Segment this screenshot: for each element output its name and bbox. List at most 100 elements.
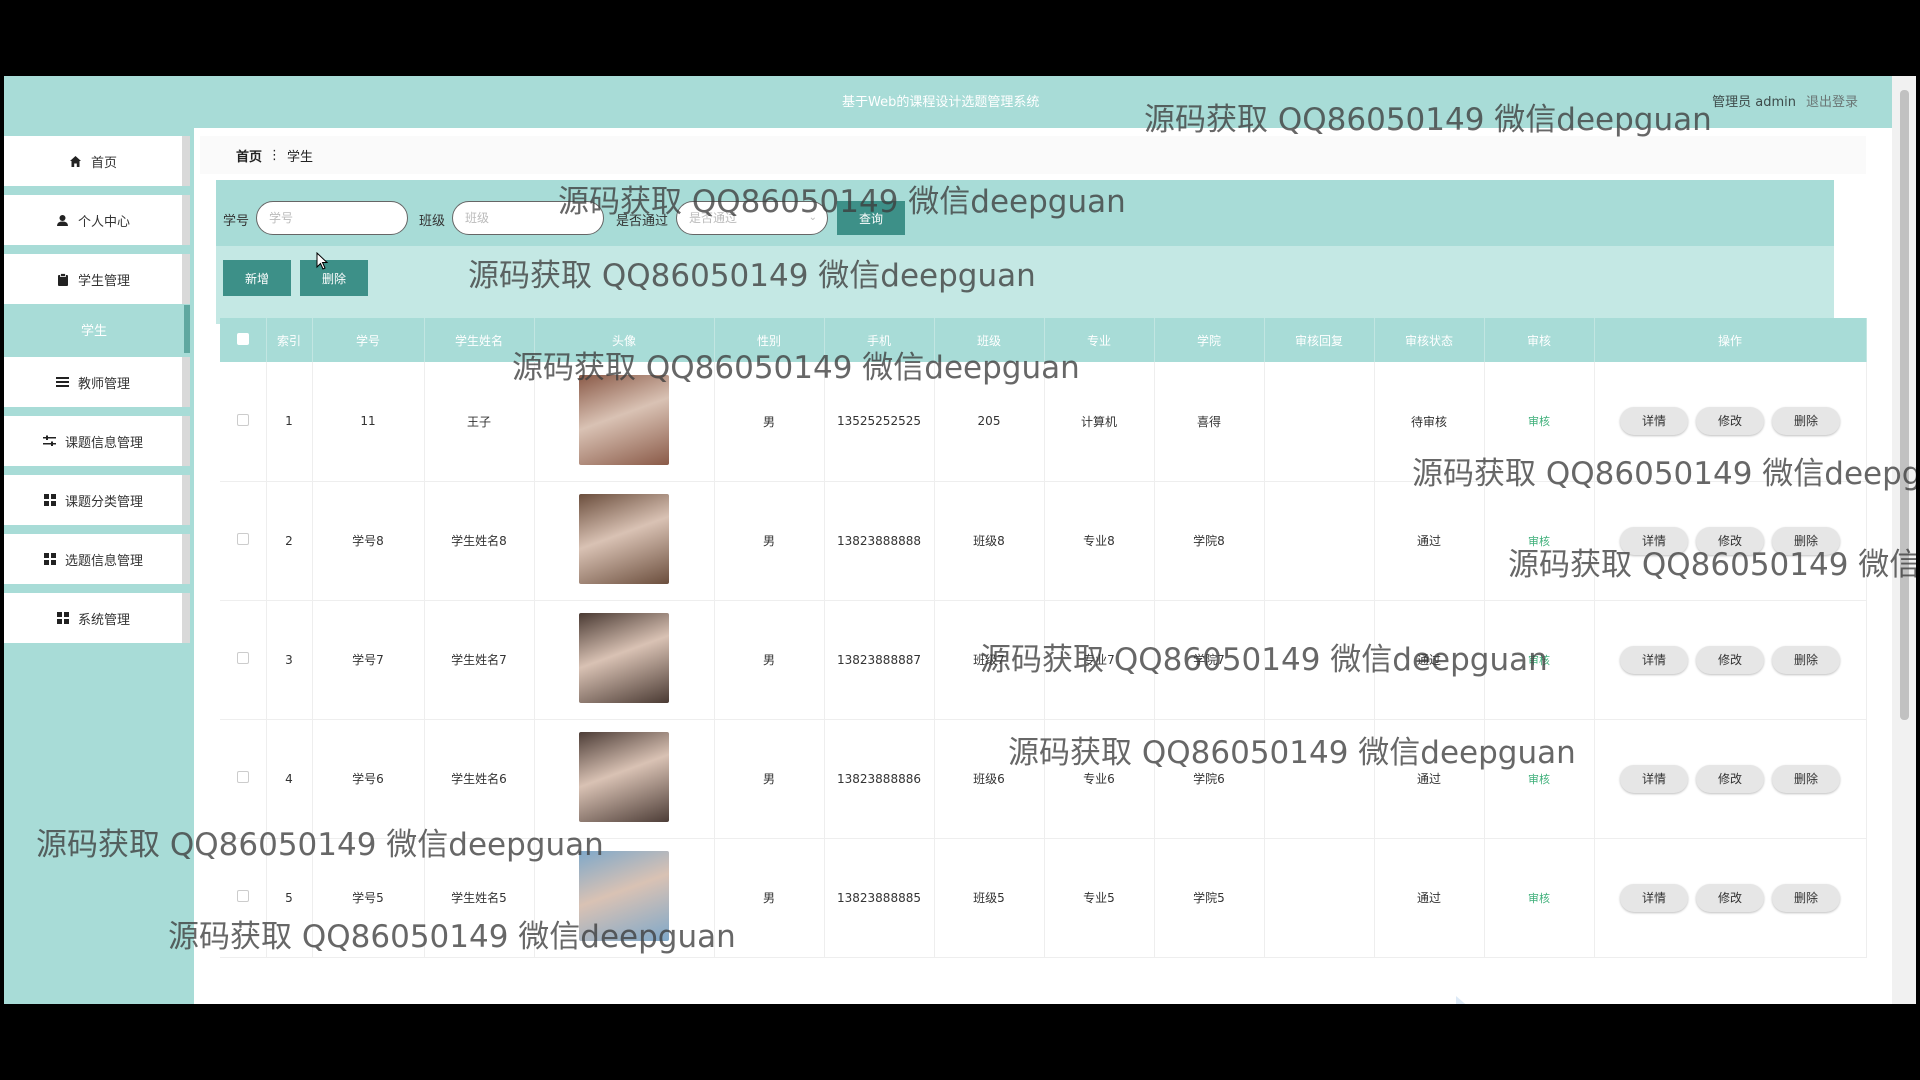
class-input[interactable] (452, 201, 604, 235)
sidebar-item-label: 个人中心 (77, 214, 130, 230)
table-row: 3 学号7 学生姓名7 男 13823888887 班级7 专业7 学院7 通过 审核 详情 修改 删除 (220, 600, 1867, 720)
detail-button[interactable]: 详情 (1620, 764, 1688, 793)
avatar (579, 613, 669, 703)
table-header-row: 索引 学号 学生姓名 头像 性别 手机 班级 专业 学院 审核回复 审核状态 审… (220, 318, 1867, 362)
select-all-checkbox[interactable] (236, 332, 249, 345)
column-header: 学院 (1154, 318, 1265, 362)
column-header: 学号 (312, 318, 425, 362)
student-id-input[interactable] (256, 201, 408, 235)
cell-class: 205 (934, 362, 1045, 482)
audit-link[interactable]: 审核 (1528, 773, 1550, 786)
edit-button[interactable]: 修改 (1696, 526, 1764, 555)
query-button[interactable]: 查询 (837, 201, 905, 235)
cell-gender: 男 (714, 838, 825, 958)
delete-row-button[interactable]: 删除 (1772, 645, 1840, 674)
audit-link[interactable]: 审核 (1528, 535, 1550, 548)
grid-icon (43, 552, 57, 566)
delete-row-button[interactable]: 删除 (1772, 883, 1840, 912)
sidebar-item-home[interactable]: 首页 (4, 136, 190, 186)
cell-name: 学生姓名7 (424, 600, 535, 720)
sidebar-item-student-management[interactable]: 学生管理 (4, 254, 190, 304)
cell-college: 学院8 (1154, 481, 1265, 601)
sidebar-item-topic-category[interactable]: 课题分类管理 (4, 475, 190, 525)
cell-index: 5 (266, 838, 313, 958)
top-bar: 基于Web的课程设计选题管理系统 管理员 admin 退出登录 (4, 76, 1892, 128)
grid-icon (56, 611, 70, 625)
cell-reply (1264, 362, 1375, 482)
sidebar-subitem-student[interactable]: 学生 (4, 305, 190, 353)
cell-phone: 13823888888 (824, 481, 935, 601)
app-window: 基于Web的课程设计选题管理系统 管理员 admin 退出登录 首页 个人中心 … (4, 76, 1916, 1004)
vertical-scrollbar[interactable] (1892, 76, 1916, 1004)
column-header: 审核状态 (1374, 318, 1485, 362)
cell-college: 学院7 (1154, 600, 1265, 720)
select-all-header[interactable] (220, 318, 267, 362)
avatar-cell (534, 481, 715, 601)
edit-button[interactable]: 修改 (1696, 645, 1764, 674)
row-checkbox[interactable] (236, 413, 249, 426)
cell-index: 4 (266, 719, 313, 839)
detail-button[interactable]: 详情 (1620, 407, 1688, 436)
add-button[interactable]: 新增 (223, 260, 291, 296)
row-select-cell[interactable] (220, 719, 267, 839)
operations-cell: 详情 修改 删除 (1594, 362, 1867, 482)
cell-phone: 13823888885 (824, 838, 935, 958)
row-select-cell[interactable] (220, 600, 267, 720)
list-icon (56, 375, 70, 389)
cell-major: 专业6 (1044, 719, 1155, 839)
action-bar (216, 246, 1834, 324)
row-checkbox[interactable] (236, 771, 249, 783)
audit-cell: 审核 (1484, 600, 1595, 720)
row-checkbox[interactable] (236, 652, 249, 664)
detail-button[interactable]: 详情 (1620, 645, 1688, 674)
logout-link[interactable]: 退出登录 (1806, 91, 1858, 110)
sidebar-item-selection-info[interactable]: 选题信息管理 (4, 534, 190, 584)
student-table: 索引 学号 学生姓名 头像 性别 手机 班级 专业 学院 审核回复 审核状态 审… (220, 318, 1867, 958)
cell-gender: 男 (714, 719, 825, 839)
home-icon (69, 154, 83, 168)
audit-link[interactable]: 审核 (1528, 892, 1550, 905)
mouse-cursor-icon (316, 252, 329, 270)
row-checkbox[interactable] (236, 890, 249, 902)
delete-row-button[interactable]: 删除 (1772, 407, 1840, 436)
cell-class: 班级8 (934, 481, 1045, 601)
delete-row-button[interactable]: 删除 (1772, 526, 1840, 555)
avatar (579, 851, 669, 941)
chevron-down-icon: ⌄ (808, 212, 817, 223)
audit-cell: 审核 (1484, 481, 1595, 601)
row-select-cell[interactable] (220, 481, 267, 601)
delete-row-button[interactable]: 删除 (1772, 764, 1840, 793)
cell-phone: 13823888887 (824, 600, 935, 720)
audit-cell: 审核 (1484, 838, 1595, 958)
edit-button[interactable]: 修改 (1696, 764, 1764, 793)
detail-button[interactable]: 详情 (1620, 883, 1688, 912)
audit-link[interactable]: 审核 (1528, 654, 1550, 667)
cell-gender: 男 (714, 600, 825, 720)
breadcrumb-home[interactable]: 首页 (236, 146, 262, 165)
cell-college: 喜得 (1154, 362, 1265, 482)
sidebar-item-topic-info[interactable]: 课题信息管理 (4, 416, 190, 466)
sidebar-item-teacher-management[interactable]: 教师管理 (4, 357, 190, 407)
sidebar-item-system[interactable]: 系统管理 (4, 593, 190, 643)
table-row: 5 学号5 学生姓名5 男 13823888885 班级5 专业5 学院5 通过 审核 详情 修改 删除 (220, 838, 1867, 958)
cell-major: 计算机 (1044, 362, 1155, 482)
delete-button[interactable]: 删除 (300, 260, 368, 296)
scrollbar-thumb[interactable] (1900, 90, 1909, 720)
cell-status: 通过 (1374, 481, 1485, 601)
detail-button[interactable]: 详情 (1620, 526, 1688, 555)
edit-button[interactable]: 修改 (1696, 883, 1764, 912)
sidebar-item-profile[interactable]: 个人中心 (4, 195, 190, 245)
audit-link[interactable]: 审核 (1528, 415, 1550, 428)
edit-button[interactable]: 修改 (1696, 407, 1764, 436)
row-checkbox[interactable] (236, 533, 249, 545)
sidebar-item-label: 课题分类管理 (64, 494, 143, 510)
row-select-cell[interactable] (220, 362, 267, 482)
passed-select[interactable]: 是否通过 ⌄ (676, 201, 828, 235)
cell-class: 班级5 (934, 838, 1045, 958)
breadcrumb: 首页 ⋮ 学生 (200, 136, 1866, 174)
sidebar-item-label: 课题信息管理 (64, 435, 143, 451)
row-select-cell[interactable] (220, 838, 267, 958)
column-header: 审核回复 (1264, 318, 1375, 362)
grid-icon (43, 493, 57, 507)
student-id-label: 学号 (223, 214, 250, 229)
